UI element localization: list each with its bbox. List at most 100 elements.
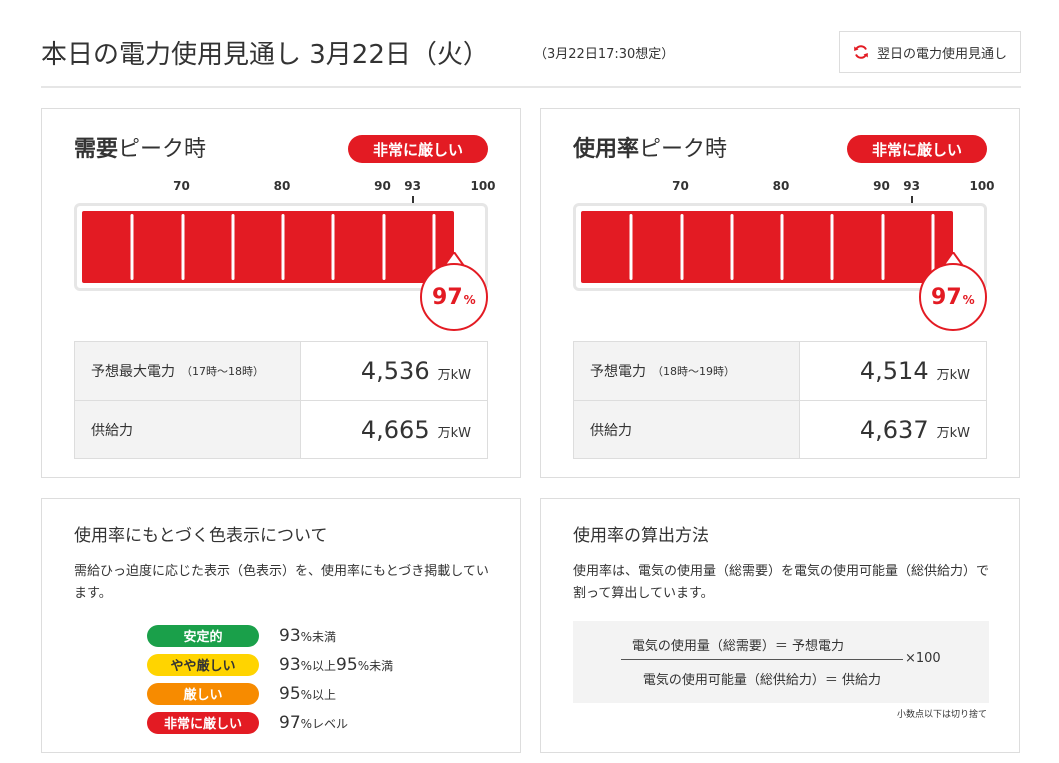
card-title-bold: 使用率 (573, 137, 640, 162)
stat-label: 供給力 (574, 401, 800, 458)
scale-tick-label: 80 (772, 179, 790, 193)
calc-method-title: 使用率の算出方法 (573, 526, 709, 546)
gauge-scale: 70 80 90 93 100 (78, 179, 496, 204)
stat-label: 供給力 (75, 401, 301, 458)
color-legend-title: 使用率にもとづく色表示について (74, 526, 328, 546)
status-badge: 非常に厳しい (847, 135, 987, 163)
refresh-icon (854, 45, 868, 59)
header-divider (41, 86, 1021, 88)
scale-tick-label: 100 (969, 179, 995, 193)
scale-tick-label: 90 (374, 179, 391, 193)
stat-unit: 万kW (936, 367, 970, 383)
gauge-separator (830, 214, 834, 280)
usage-percent-value: 97 (931, 284, 962, 310)
legend-suffix: %以上 (300, 687, 337, 702)
stat-label: 予想電力 （18時〜19時） (574, 342, 800, 400)
legend-badge-severe: 厳しい (147, 682, 259, 705)
stats-table: 予想最大電力 （17時〜18時） 4,536 万kW 供給力 4,665 万kW (74, 341, 488, 459)
stat-value: 4,665 万kW (301, 401, 487, 458)
formula-multiplier: ×100 (905, 651, 941, 666)
page-title: 本日の電力使用見通し 3月22日（火） (41, 40, 489, 70)
legend-value: 97%レベル (279, 713, 348, 733)
legend-suffix: %未満 (300, 629, 337, 644)
demand-peak-card: 需要ピーク時 非常に厳しい 70 80 90 93 100 予想最大電力 （17時〜18時… (41, 108, 521, 478)
gauge-separator (181, 214, 184, 280)
legend-number: 93 (279, 625, 301, 646)
stat-label: 予想最大電力 （17時〜18時） (75, 342, 301, 400)
gauge-scale: 70 80 90 93 100 (577, 179, 995, 204)
color-legend-list: 安定的 93%未満 やや厳しい 93%以上95%未満 厳しい 95%以上 非常に… (147, 621, 393, 737)
gauge-fill (82, 211, 454, 283)
stat-unit: 万kW (437, 426, 471, 441)
legend-number: 95 (279, 683, 301, 704)
card-title: 使用率ピーク時 (573, 131, 727, 163)
scale-tick-label: 93 (903, 179, 920, 193)
next-day-forecast-label: 翌日の電力使用見通し (876, 46, 1007, 62)
card-title-rest: ピーク時 (639, 137, 728, 162)
gauge-separator (231, 214, 235, 280)
stat-number: 4,514 (859, 357, 929, 385)
stat-value: 4,637 万kW (800, 401, 986, 458)
stat-number: 4,665 (360, 415, 430, 444)
stat-row: 予想最大電力 （17時〜18時） 4,536 万kW (75, 342, 487, 400)
gauge-separator (680, 214, 683, 280)
stat-value: 4,536 万kW (301, 342, 487, 400)
stat-label-text: 供給力 (91, 422, 133, 439)
scale-tick-label: 70 (672, 179, 689, 193)
card-title: 需要ピーク時 (74, 131, 206, 163)
stat-number: 4,637 (859, 415, 929, 444)
scale-tick-label: 90 (873, 179, 890, 193)
gauge-separator (331, 214, 335, 280)
stat-row: 供給力 4,637 万kW (574, 400, 986, 458)
legend-badge-stable: 安定的 (147, 624, 259, 647)
page-header: 本日の電力使用見通し 3月22日（火） （3月22日17:30想定） 翌日の電力… (41, 30, 1021, 90)
stat-unit: 万kW (936, 426, 970, 441)
legend-value: 93%未満 (279, 626, 336, 646)
usage-percent-unit: % (463, 293, 476, 307)
scale-tick-label: 80 (273, 179, 291, 193)
legend-value: 95%以上 (279, 684, 336, 704)
fraction-line (621, 659, 903, 660)
gauge-separator (730, 214, 734, 280)
legend-suffix: %以上 (300, 658, 337, 673)
usage-percent-bubble: 97% (419, 263, 488, 331)
scale-tick-label: 100 (470, 179, 496, 193)
stat-value: 4,514 万kW (800, 342, 986, 400)
stat-label-text: 予想電力 (590, 364, 646, 380)
legend-suffix: %レベル (300, 716, 349, 731)
legend-row-severe: 厳しい 95%以上 (147, 679, 393, 708)
next-day-forecast-button[interactable]: 翌日の電力使用見通し (839, 31, 1021, 73)
legend-number: 93 (279, 654, 301, 675)
card-title-rest: ピーク時 (118, 137, 207, 162)
legend-badge-critical: 非常に厳しい (147, 711, 259, 734)
legend-suffix: %未満 (357, 658, 394, 673)
gauge-separator (382, 214, 385, 280)
rounding-note: 小数点以下は切り捨て (896, 710, 987, 720)
legend-badge-somewhat-severe: やや厳しい (147, 653, 259, 676)
formula-box: 電気の使用量（総需要）＝ 予想電力 電気の使用可能量（総供給力）＝ 供給力 ×1… (573, 621, 989, 703)
scale-tick-label: 70 (173, 179, 190, 193)
page-subtitle: （3月22日17:30想定） (534, 47, 675, 62)
gauge-separator (281, 214, 285, 280)
gauge-separator (780, 214, 784, 280)
scale-tick-label: 93 (404, 179, 421, 193)
formula-denominator: 電気の使用可能量（総供給力）＝ 供給力 (642, 673, 882, 688)
stat-label-text: 供給力 (590, 422, 632, 439)
stat-row: 供給力 4,665 万kW (75, 400, 487, 458)
usage-rate-peak-card: 使用率ピーク時 非常に厳しい 70 80 90 93 100 予想電力 （18時〜19時）… (540, 108, 1020, 478)
gauge-separator (130, 214, 134, 280)
stats-table: 予想電力 （18時〜19時） 4,514 万kW 供給力 4,637 万kW (573, 341, 987, 459)
usage-percent-unit: % (962, 293, 975, 307)
stat-unit: 万kW (437, 367, 471, 383)
stat-label-time: （17時〜18時） (181, 365, 264, 378)
usage-percent-bubble: 97% (918, 263, 987, 331)
legend-row-stable: 安定的 93%未満 (147, 621, 393, 650)
color-legend-description: 需給ひっ迫度に応じた表示（色表示）を、使用率にもとづき掲載しています。 (74, 564, 489, 601)
formula-numerator: 電気の使用量（総需要）＝ 予想電力 (631, 639, 845, 654)
card-title-bold: 需要 (74, 137, 119, 162)
stat-label-time: （18時〜19時） (652, 365, 735, 378)
calc-method-card: 使用率の算出方法 使用率は、電気の使用量（総需要）を電気の使用可能量（総供給力）… (540, 498, 1020, 753)
legend-number: 95 (336, 654, 358, 675)
gauge-separator (629, 214, 633, 280)
legend-row-somewhat-severe: やや厳しい 93%以上95%未満 (147, 650, 393, 679)
